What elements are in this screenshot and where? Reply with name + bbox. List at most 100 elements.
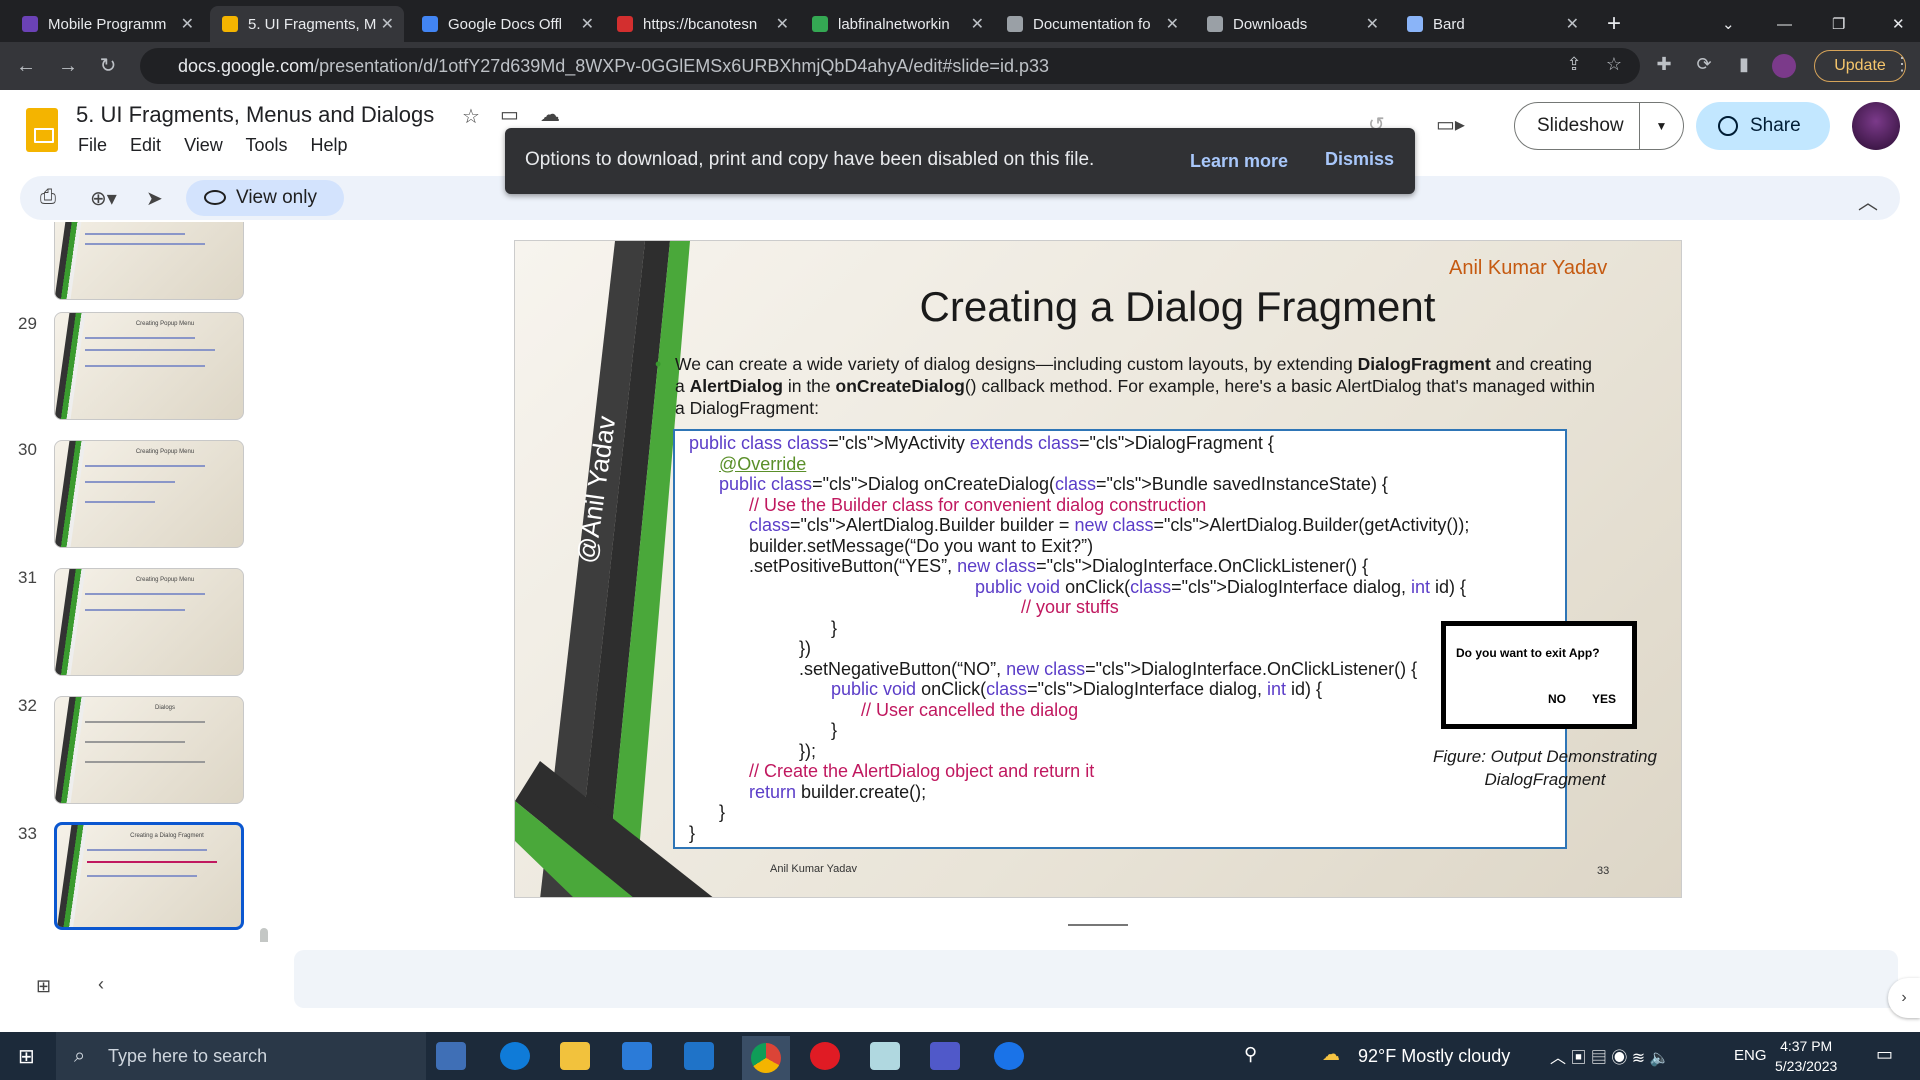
teams-icon[interactable] [930,1042,960,1070]
menu-view[interactable]: View [184,135,223,155]
tab-close-icon[interactable]: ✕ [1166,14,1179,34]
code-line: } [719,802,726,822]
speaker-notes-panel[interactable] [294,950,1898,1008]
menu-kebab-icon[interactable]: ⋮ [1890,54,1914,78]
weather-text[interactable]: 92°F Mostly cloudy [1358,1046,1510,1067]
minimize-icon[interactable]: — [1765,6,1804,42]
restore-icon[interactable]: ❐ [1820,6,1857,42]
language-indicator[interactable]: ENG [1734,1047,1767,1064]
taskbar-search-box[interactable]: ⌕ Type here to search [56,1032,426,1080]
browser-tab[interactable]: https://bcanotesn ✕ [605,6,799,42]
address-bar[interactable]: docs.google.com/presentation/d/1otfY27d6… [140,48,1640,84]
thumb-title: Creating Popup Menu [135,449,195,455]
close-window-icon[interactable]: ✕ [1880,6,1917,42]
meet-icon[interactable]: ▭▸ [1436,112,1465,137]
browser-tab[interactable]: Bard ✕ [1395,6,1589,42]
people-icon[interactable]: ⚲ [1244,1044,1257,1065]
tab-close-icon[interactable]: ✕ [1566,14,1579,34]
zoom-icon[interactable]: ⊕▾ [90,186,117,211]
collapse-filmstrip-icon[interactable]: ‹ [98,974,104,995]
slide-thumbnail-30[interactable]: Creating Popup Menu [54,440,244,548]
slide-thumbnail-29[interactable]: Creating Popup Menu [54,312,244,420]
share-page-icon[interactable]: ⇪ [1562,54,1586,78]
tab-close-icon[interactable]: ✕ [381,14,394,34]
sync-icon[interactable]: ⟳ [1692,54,1716,78]
file-explorer-icon[interactable] [560,1042,590,1070]
slide-thumbnail-31[interactable]: Creating Popup Menu [54,568,244,676]
mail-icon[interactable] [684,1042,714,1070]
thumb-title: Creating Popup Menu [135,577,195,583]
edge-browser-icon[interactable] [500,1042,530,1070]
weather-icon[interactable]: ☁ [1322,1044,1340,1065]
print-icon[interactable]: ⎙ [40,186,56,209]
app-cube-icon[interactable] [870,1042,900,1070]
menu-help[interactable]: Help [311,135,348,155]
user-avatar[interactable] [1852,102,1900,150]
system-tray-icons[interactable]: ︿ ▣ ▤ ◉ ≋ 🔈 [1550,1044,1670,1068]
opera-icon[interactable] [810,1042,840,1070]
profile-avatar[interactable] [1772,54,1796,78]
code-comment: // User cancelled the dialog [861,699,1079,720]
forward-icon[interactable]: → [54,52,82,80]
share-button[interactable]: Share [1696,102,1830,150]
browser-tab[interactable]: 5. UI Fragments, M ✕ [210,6,404,42]
browser-tab[interactable]: labfinalnetworkin ✕ [800,6,994,42]
grid-view-icon[interactable]: ⊞ [36,976,51,997]
task-view-icon[interactable] [440,1046,458,1064]
bookmark-star-icon[interactable]: ☆ [1602,54,1626,78]
app-a-icon[interactable] [994,1042,1024,1070]
clock-time: 4:37 PM [1780,1038,1833,1054]
slideshow-dropdown-icon[interactable]: ▼ [1639,103,1683,149]
slides-logo[interactable] [26,108,58,152]
figure-caption: Figure: Output Demonstrating DialogFragm… [1433,747,1657,789]
select-pointer-icon[interactable]: ➤ [146,186,163,211]
document-title[interactable]: 5. UI Fragments, Menus and Dialogs [76,102,434,128]
filmstrip-scrollbar[interactable] [260,928,268,942]
tab-search-icon[interactable]: ⌄ [1710,6,1747,42]
star-icon[interactable]: ☆ [462,104,480,129]
windows-start-icon[interactable]: ⊞ [18,1046,40,1068]
menu-file[interactable]: File [78,135,107,155]
code-comment: // your stuffs [1021,597,1119,617]
folder-icon[interactable]: ▭ [500,102,519,127]
tab-close-icon[interactable]: ✕ [181,14,194,34]
menu-tools[interactable]: Tools [245,135,287,155]
slide-thumbnail-28[interactable] [54,222,244,300]
chrome-taskbar-button[interactable] [742,1036,790,1080]
side-panel-toggle-icon[interactable]: › [1888,978,1920,1018]
reload-icon[interactable]: ↻ [94,52,122,80]
browser-tab[interactable]: Downloads ✕ [1195,6,1389,42]
url-host: docs.google.com [178,56,315,76]
view-only-button[interactable]: View only [186,180,344,216]
share-label: Share [1750,115,1801,136]
learn-more-link[interactable]: Learn more [1190,151,1288,172]
thumb-title: Dialogs [154,705,175,711]
slide-canvas: @Anil Yadav Anil Kumar Yadav Creating a … [514,240,1682,898]
slide-thumbnail-32[interactable]: Dialogs [54,696,244,804]
notifications-icon[interactable]: ▭ [1876,1044,1893,1065]
dismiss-button[interactable]: Dismiss [1325,149,1394,170]
slide-filmstrip: 29 Creating Popup Menu 30 Creating Popup… [0,222,280,942]
collapse-toolbar-icon[interactable]: ︿ [1858,186,1878,215]
new-tab-icon[interactable]: + [1595,6,1633,42]
tab-close-icon[interactable]: ✕ [776,14,789,34]
browser-tab[interactable]: Google Docs Offl ✕ [410,6,604,42]
slideshow-button[interactable]: Slideshow ▼ [1514,102,1684,150]
windows-taskbar: ⊞ ⌕ Type here to search ⚲ ☁ 92°F Mostly … [0,1032,1920,1080]
extensions-icon[interactable]: ✚ [1652,54,1676,78]
clock[interactable]: 4:37 PM 5/23/2023 [1775,1036,1837,1076]
tab-close-icon[interactable]: ✕ [581,14,594,34]
side-panel-icon[interactable]: ▮ [1732,54,1756,78]
back-icon[interactable]: ← [12,52,40,80]
code-line: class="cls">AlertDialog.Builder builder … [749,515,1470,535]
browser-tab[interactable]: Documentation fo ✕ [995,6,1189,42]
tab-close-icon[interactable]: ✕ [971,14,984,34]
slide-thumbnail-33[interactable]: Creating a Dialog Fragment [54,822,244,930]
menu-edit[interactable]: Edit [130,135,161,155]
browser-tab[interactable]: Mobile Programm ✕ [10,6,204,42]
tab-close-icon[interactable]: ✕ [1366,14,1379,34]
microsoft-store-icon[interactable] [622,1042,652,1070]
speaker-notes-handle[interactable] [1068,924,1128,926]
cloud-status-icon: ☁ [540,104,560,126]
tab-favicon-icon [1207,16,1223,32]
